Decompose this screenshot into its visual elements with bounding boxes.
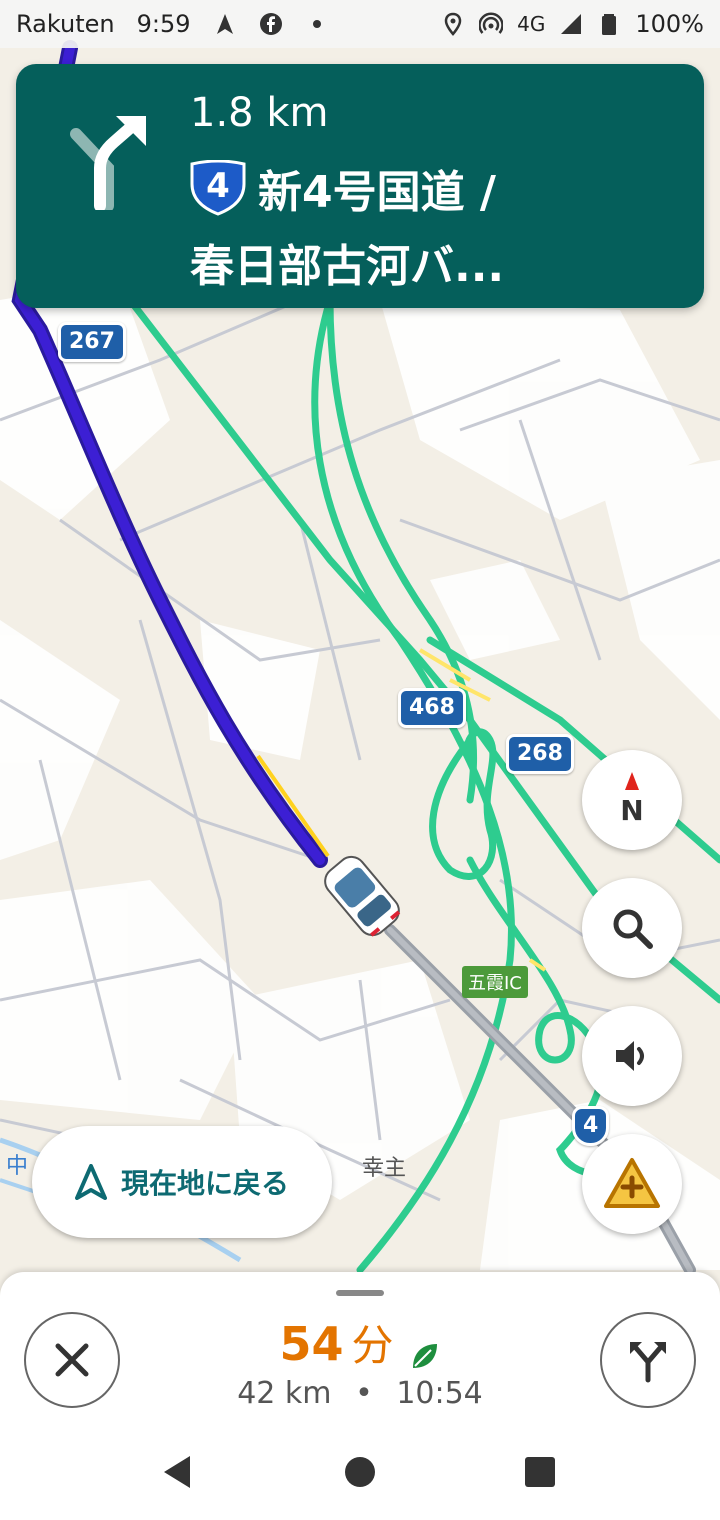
signal-icon bbox=[559, 12, 583, 36]
slight-right-turn-icon bbox=[70, 116, 146, 210]
location-pin-icon bbox=[441, 12, 465, 36]
clock: 9:59 bbox=[136, 10, 191, 38]
trip-distance: 42 km bbox=[237, 1376, 332, 1411]
system-navigation-bar bbox=[0, 1432, 720, 1520]
sound-button[interactable] bbox=[582, 1006, 682, 1106]
arrival-time: 10:54 bbox=[396, 1376, 483, 1411]
facebook-icon bbox=[259, 12, 283, 36]
turn-distance: 1.8 km bbox=[190, 90, 329, 136]
sheet-drag-handle[interactable] bbox=[336, 1290, 384, 1296]
route-shield-icon: 4 bbox=[188, 159, 248, 216]
route-badge-4: 4 bbox=[572, 1106, 610, 1146]
interchange-label: 五霞IC bbox=[462, 966, 528, 998]
speaker-icon bbox=[616, 1041, 644, 1071]
road-name-text: 新4号国道 / bbox=[258, 167, 497, 218]
navigation-arrow-icon bbox=[74, 1164, 107, 1200]
road-name-line1: 4 新4号国道 / bbox=[188, 156, 496, 220]
battery-percentage: 100% bbox=[635, 10, 704, 38]
back-icon[interactable] bbox=[158, 1452, 198, 1492]
eco-leaf-icon bbox=[412, 1343, 437, 1368]
current-location-car-icon bbox=[312, 846, 412, 946]
report-incident-button[interactable] bbox=[582, 1134, 682, 1234]
home-icon[interactable] bbox=[340, 1452, 380, 1492]
recenter-button[interactable]: 現在地に戻る bbox=[32, 1126, 332, 1238]
alternate-routes-button[interactable] bbox=[600, 1312, 696, 1408]
trip-duration-unit: 分 bbox=[351, 1321, 394, 1370]
status-bar: Rakuten 9:59 4G 100% bbox=[0, 0, 720, 48]
search-button[interactable] bbox=[582, 878, 682, 978]
compass-north-label: N bbox=[620, 794, 644, 827]
route-badge-468: 468 bbox=[398, 688, 466, 728]
road-name-line2: 春日部古河バ... bbox=[190, 241, 505, 292]
trip-duration: 54 bbox=[279, 1317, 344, 1371]
carrier-name: Rakuten bbox=[16, 10, 115, 38]
battery-icon bbox=[597, 12, 621, 36]
recents-icon[interactable] bbox=[520, 1452, 560, 1492]
place-label: 幸主 bbox=[362, 1156, 407, 1181]
navigation-arrow-icon bbox=[213, 12, 237, 36]
compass-button[interactable]: N bbox=[582, 750, 682, 850]
route-badge-267: 267 bbox=[58, 322, 126, 362]
network-type: 4G bbox=[517, 12, 546, 36]
search-icon bbox=[613, 909, 653, 949]
hotspot-icon bbox=[478, 12, 504, 36]
dot-icon bbox=[305, 12, 329, 36]
edge-place-label: 中 bbox=[6, 1154, 29, 1179]
route-fork-icon bbox=[630, 1342, 666, 1383]
warning-plus-icon bbox=[604, 1158, 660, 1208]
route-badge-268: 268 bbox=[506, 734, 574, 774]
route-shield-number: 4 bbox=[206, 166, 230, 206]
recenter-label: 現在地に戻る bbox=[120, 1167, 289, 1200]
navigation-instruction-banner[interactable]: 1.8 km 4 新4号国道 / 春日部古河バ... bbox=[16, 64, 704, 308]
separator-dot: • bbox=[355, 1376, 373, 1411]
